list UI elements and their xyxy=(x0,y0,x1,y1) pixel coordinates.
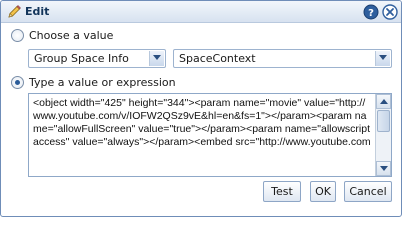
expression-textarea[interactable]: <object width="425" height="344"><param … xyxy=(28,93,392,177)
property-select-value: SpaceContext xyxy=(179,52,256,65)
choose-value-option[interactable]: Choose a value xyxy=(11,29,113,42)
vertical-scrollbar[interactable] xyxy=(375,94,391,176)
chevron-down-icon[interactable] xyxy=(149,51,164,66)
chevron-down-icon[interactable] xyxy=(375,51,390,66)
scroll-thumb[interactable] xyxy=(377,110,390,132)
expression-option[interactable]: Type a value or expression xyxy=(11,76,176,89)
pencil-icon xyxy=(8,5,21,18)
close-icon[interactable] xyxy=(382,4,398,20)
help-icon[interactable]: ? xyxy=(363,4,379,20)
group-select[interactable]: Group Space Info xyxy=(28,49,166,68)
test-button[interactable]: Test xyxy=(263,181,301,202)
scroll-down-icon[interactable] xyxy=(376,161,391,176)
svg-text:?: ? xyxy=(368,8,374,19)
group-select-value: Group Space Info xyxy=(34,52,129,65)
choose-value-radio[interactable] xyxy=(11,29,24,42)
ok-button[interactable]: OK xyxy=(310,181,336,202)
dialog-title: Edit xyxy=(25,5,50,18)
expression-text[interactable]: <object width="425" height="344"><param … xyxy=(33,97,371,149)
cancel-button[interactable]: Cancel xyxy=(344,181,392,202)
expression-radio[interactable] xyxy=(11,76,24,89)
edit-dialog: Edit ? Choose a value Group Space Info S… xyxy=(0,0,402,217)
choose-value-label: Choose a value xyxy=(29,29,114,42)
expression-label: Type a value or expression xyxy=(29,76,176,89)
scroll-up-icon[interactable] xyxy=(376,94,391,109)
property-select[interactable]: SpaceContext xyxy=(173,49,392,68)
dialog-titlebar: Edit ? xyxy=(1,1,401,23)
